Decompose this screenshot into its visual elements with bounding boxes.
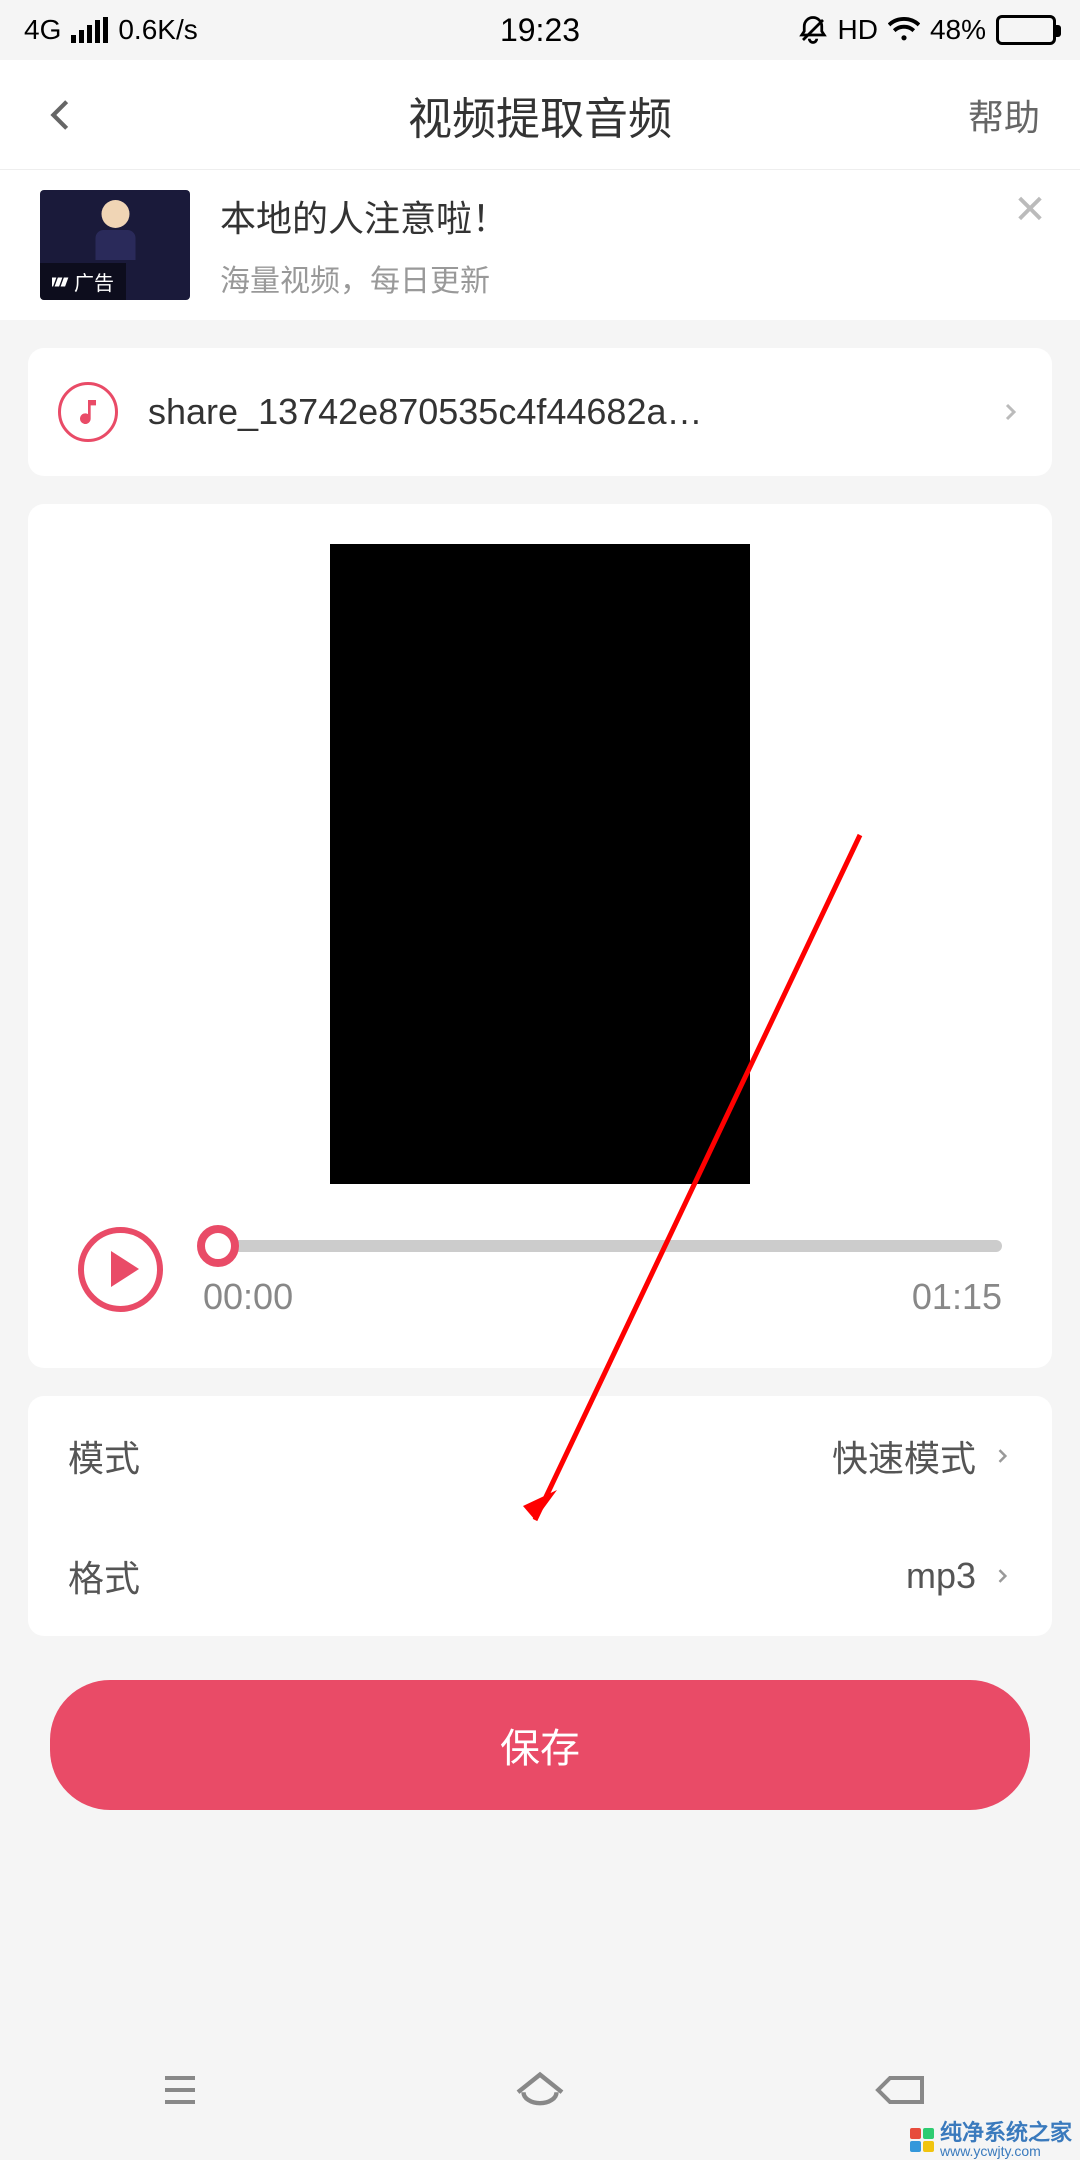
format-label: 格式 [68,1550,140,1602]
battery-icon [996,15,1056,45]
watermark-icon [910,2128,934,2152]
ad-text: 本地的人注意啦！ 海量视频，每日更新 [220,190,1040,300]
wifi-icon [888,17,920,43]
recents-button[interactable] [130,2060,230,2120]
ad-subtitle: 海量视频，每日更新 [220,256,1040,300]
home-button[interactable] [490,2060,590,2120]
time-row: 00:00 01:15 [203,1276,1002,1318]
player-card: 00:00 01:15 [28,504,1052,1368]
status-right: HD 48% [798,14,1057,46]
page-title: 视频提取音频 [408,83,672,147]
ad-thumbnail: 广告 [40,190,190,300]
chevron-right-icon [992,1566,1012,1586]
play-icon [111,1251,139,1287]
file-name: share_13742e870535c4f44682a… [148,391,968,433]
mode-value: 快速模式 [832,1430,1012,1482]
mute-icon [798,15,828,45]
play-button[interactable] [78,1227,163,1312]
battery-pct: 48% [930,14,986,46]
close-icon[interactable]: ✕ [1010,190,1050,230]
seek-thumb[interactable] [197,1225,239,1267]
seek-track[interactable]: 00:00 01:15 [203,1220,1002,1318]
status-left: 4G 0.6K/s [24,14,198,46]
seek-bar [203,1240,1002,1252]
mode-row[interactable]: 模式 快速模式 [68,1396,1012,1516]
hd-label: HD [838,14,878,46]
save-button[interactable]: 保存 [50,1680,1030,1810]
ad-badge: 广告 [40,263,126,300]
ad-title: 本地的人注意啦！ [220,190,1040,242]
watermark: 纯净系统之家 www.ycwjty.com [902,2120,1080,2160]
ad-banner[interactable]: 广告 本地的人注意啦！ 海量视频，每日更新 ✕ [0,170,1080,320]
back-nav-button[interactable] [850,2060,950,2120]
video-preview[interactable] [330,544,750,1184]
network-label: 4G [24,14,61,46]
format-value: mp3 [906,1555,1012,1597]
settings-card: 模式 快速模式 格式 mp3 [28,1396,1052,1636]
status-bar: 4G 0.6K/s 19:23 HD 48% [0,0,1080,60]
signal-icon [71,17,108,43]
duration-time: 01:15 [912,1276,1002,1318]
current-time: 00:00 [203,1276,293,1318]
watermark-text: 纯净系统之家 [940,2122,1072,2144]
music-note-icon [58,382,118,442]
back-icon[interactable] [40,95,80,135]
file-selector[interactable]: share_13742e870535c4f44682a… [28,348,1052,476]
player-controls: 00:00 01:15 [78,1220,1002,1318]
chevron-right-icon [998,400,1022,424]
watermark-url: www.ycwjty.com [940,2144,1072,2158]
mode-label: 模式 [68,1430,140,1482]
network-speed: 0.6K/s [118,14,197,46]
format-row[interactable]: 格式 mp3 [68,1516,1012,1636]
status-time: 19:23 [500,12,580,49]
help-button[interactable]: 帮助 [968,89,1040,141]
chevron-right-icon [992,1446,1012,1466]
app-header: 视频提取音频 帮助 [0,60,1080,170]
